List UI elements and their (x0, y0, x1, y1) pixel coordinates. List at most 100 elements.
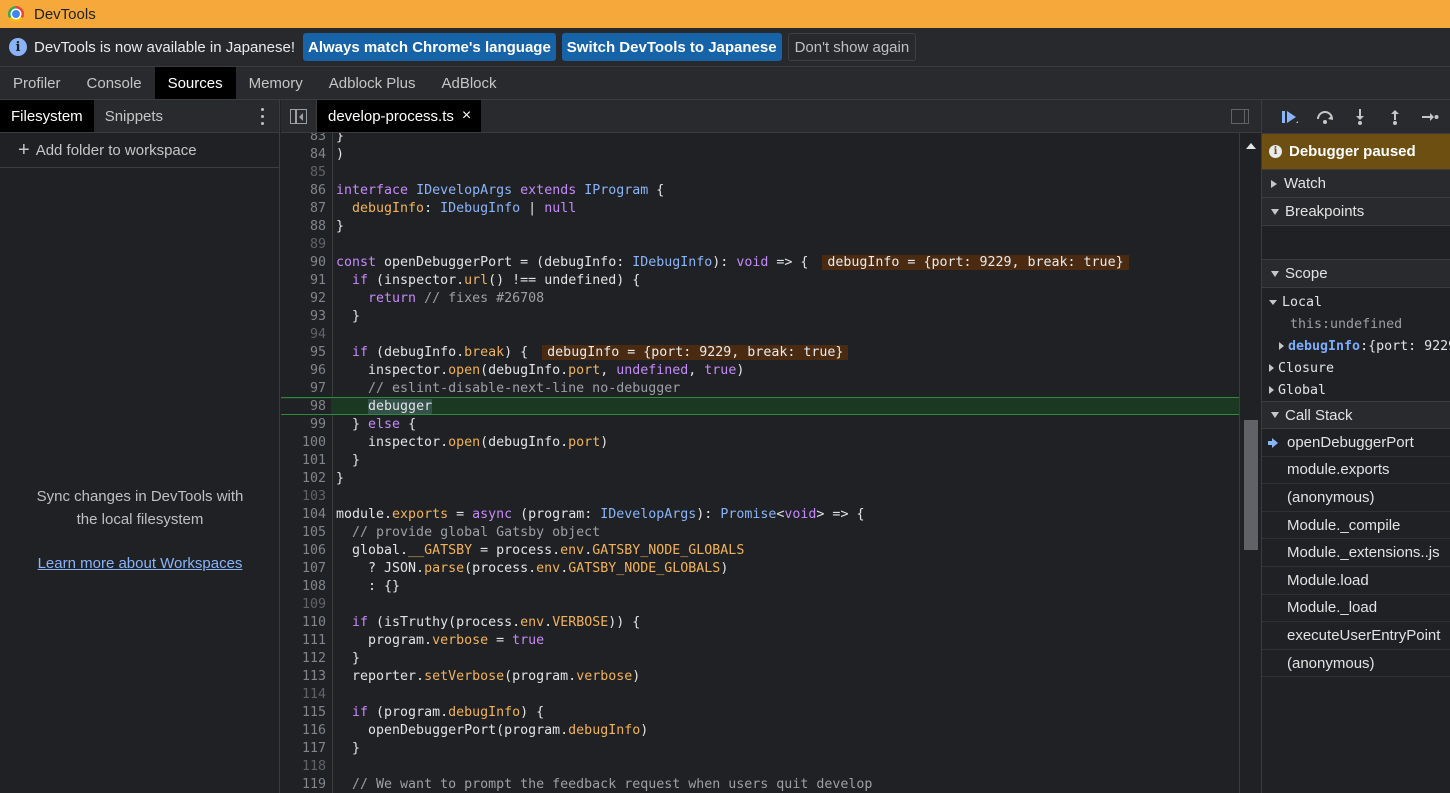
step-over-icon[interactable] (1307, 104, 1342, 130)
call-frame[interactable]: executeUserEntryPoint (1262, 622, 1450, 650)
tab-sources[interactable]: Sources (154, 67, 236, 99)
add-folder-button[interactable]: + Add folder to workspace (0, 133, 279, 168)
editor-scrollbar[interactable] (1239, 133, 1261, 793)
step-icon[interactable] (1412, 104, 1447, 130)
code-line[interactable]: 99 } else { (281, 415, 1239, 433)
step-into-icon[interactable] (1342, 104, 1377, 130)
code-line[interactable]: 91 if (inspector.url() !== undefined) { (281, 271, 1239, 289)
line-number[interactable]: 100 (281, 435, 331, 450)
more-options-icon[interactable] (261, 108, 265, 125)
code-line[interactable]: 117 } (281, 739, 1239, 757)
resume-icon[interactable] (1272, 104, 1307, 130)
code-line[interactable]: 102} (281, 469, 1239, 487)
code-line[interactable]: 112 } (281, 649, 1239, 667)
toggle-debugger-sidebar-icon[interactable] (1231, 109, 1249, 124)
call-frame[interactable]: Module._load (1262, 595, 1450, 623)
watch-section[interactable]: Watch (1262, 170, 1450, 198)
code-line[interactable]: 96 inspector.open(debugInfo.port, undefi… (281, 361, 1239, 379)
code-line[interactable]: 110 if (isTruthy(process.env.VERBOSE)) { (281, 613, 1239, 631)
code-line[interactable]: 89 (281, 235, 1239, 253)
line-number[interactable]: 93 (281, 309, 331, 324)
file-tab[interactable]: develop-process.ts × (317, 100, 482, 132)
code-line[interactable]: 97 // eslint-disable-next-line no-debugg… (281, 379, 1239, 397)
line-number[interactable]: 99 (281, 417, 331, 432)
line-number[interactable]: 114 (281, 687, 331, 702)
code-line[interactable]: 94 (281, 325, 1239, 343)
line-number[interactable]: 89 (281, 237, 331, 252)
code-line[interactable]: 86 interface IDevelopArgs extends IProgra… (281, 181, 1239, 199)
code-line[interactable]: 105 // provide global Gatsby object (281, 523, 1239, 541)
code-line[interactable]: 84) (281, 145, 1239, 163)
line-number[interactable]: 90 (281, 255, 331, 270)
code-line[interactable]: 93 } (281, 307, 1239, 325)
code-line[interactable]: 113 reporter.setVerbose(program.verbose) (281, 667, 1239, 685)
switch-to-japanese-button[interactable]: Switch DevTools to Japanese (561, 33, 782, 61)
line-number[interactable]: 86 (281, 183, 331, 198)
call-frame[interactable]: openDebuggerPort (1262, 429, 1450, 457)
line-number[interactable]: 108 (281, 579, 331, 594)
line-number[interactable]: 112 (281, 651, 331, 666)
code-line[interactable]: 114 (281, 685, 1239, 703)
code-view[interactable]: 83} 84) 85 86 interface IDevelopArgs extends… (281, 133, 1239, 793)
line-number[interactable]: 94 (281, 327, 331, 342)
always-match-language-button[interactable]: Always match Chrome's language (302, 33, 556, 61)
tab-console[interactable]: Console (74, 67, 155, 99)
code-line[interactable]: 101 } (281, 451, 1239, 469)
code-line[interactable]: 90 const openDebuggerPort = (debugInfo: I… (281, 253, 1239, 271)
line-number[interactable]: 98 (281, 398, 331, 414)
line-number[interactable]: 116 (281, 723, 331, 738)
code-line[interactable]: 104 module.exports = async (program: IDev… (281, 505, 1239, 523)
tab-adblock[interactable]: AdBlock (428, 67, 509, 99)
line-number[interactable]: 92 (281, 291, 331, 306)
scope-local[interactable]: Local (1262, 291, 1450, 313)
tab-snippets[interactable]: Snippets (94, 100, 174, 132)
line-number[interactable]: 97 (281, 381, 331, 396)
call-frame[interactable]: Module._extensions..js (1262, 539, 1450, 567)
line-number[interactable]: 102 (281, 471, 331, 486)
toggle-navigator-button[interactable] (281, 100, 317, 132)
line-number[interactable]: 85 (281, 165, 331, 180)
line-number[interactable]: 83 (281, 133, 331, 144)
tab-profiler[interactable]: Profiler (0, 67, 74, 99)
line-number[interactable]: 101 (281, 453, 331, 468)
line-number[interactable]: 118 (281, 759, 331, 774)
code-line[interactable]: 118 (281, 757, 1239, 775)
code-line[interactable]: 103 (281, 487, 1239, 505)
line-number[interactable]: 113 (281, 669, 331, 684)
tab-filesystem[interactable]: Filesystem (0, 100, 94, 132)
call-frame[interactable]: Module.load (1262, 567, 1450, 595)
scope-var-this[interactable]: this: undefined (1262, 313, 1450, 335)
scope-section[interactable]: Scope (1262, 260, 1450, 288)
code-line[interactable]: 107 ? JSON.parse(process.env.GATSBY_NODE… (281, 559, 1239, 577)
line-number[interactable]: 104 (281, 507, 331, 522)
close-icon[interactable]: × (462, 107, 471, 125)
dont-show-again-button[interactable]: Don't show again (787, 33, 917, 61)
line-number[interactable]: 95 (281, 345, 331, 360)
code-line[interactable]: 92 return // fixes #26708 (281, 289, 1239, 307)
line-number[interactable]: 87 (281, 201, 331, 216)
tab-memory[interactable]: Memory (236, 67, 316, 99)
line-number[interactable]: 106 (281, 543, 331, 558)
code-line[interactable]: 106 global.__GATSBY = process.env.GATSBY… (281, 541, 1239, 559)
scroll-up-icon[interactable] (1246, 143, 1256, 149)
code-line[interactable]: 116 openDebuggerPort(program.debugInfo) (281, 721, 1239, 739)
code-line[interactable]: 111 program.verbose = true (281, 631, 1239, 649)
code-line[interactable]: 119 // We want to prompt the feedback re… (281, 775, 1239, 793)
scope-closure[interactable]: Closure (1262, 357, 1450, 379)
breakpoints-section[interactable]: Breakpoints (1262, 198, 1450, 226)
scope-var-debuginfo[interactable]: debugInfo: {port: 9229, break: true} (1262, 335, 1450, 357)
call-frame[interactable]: (anonymous) (1262, 484, 1450, 512)
line-number[interactable]: 109 (281, 597, 331, 612)
call-stack-section[interactable]: Call Stack (1262, 401, 1450, 429)
call-frame[interactable]: module.exports (1262, 457, 1450, 485)
code-line[interactable]: 85 (281, 163, 1239, 181)
line-number[interactable]: 117 (281, 741, 331, 756)
line-number[interactable]: 84 (281, 147, 331, 162)
scope-global[interactable]: Global (1262, 379, 1450, 401)
line-number[interactable]: 111 (281, 633, 331, 648)
learn-workspaces-link[interactable]: Learn more about Workspaces (0, 555, 280, 572)
tab-adblock-plus[interactable]: Adblock Plus (316, 67, 429, 99)
current-execution-line[interactable]: 98 debugger (281, 397, 1239, 415)
line-number[interactable]: 96 (281, 363, 331, 378)
line-number[interactable]: 91 (281, 273, 331, 288)
